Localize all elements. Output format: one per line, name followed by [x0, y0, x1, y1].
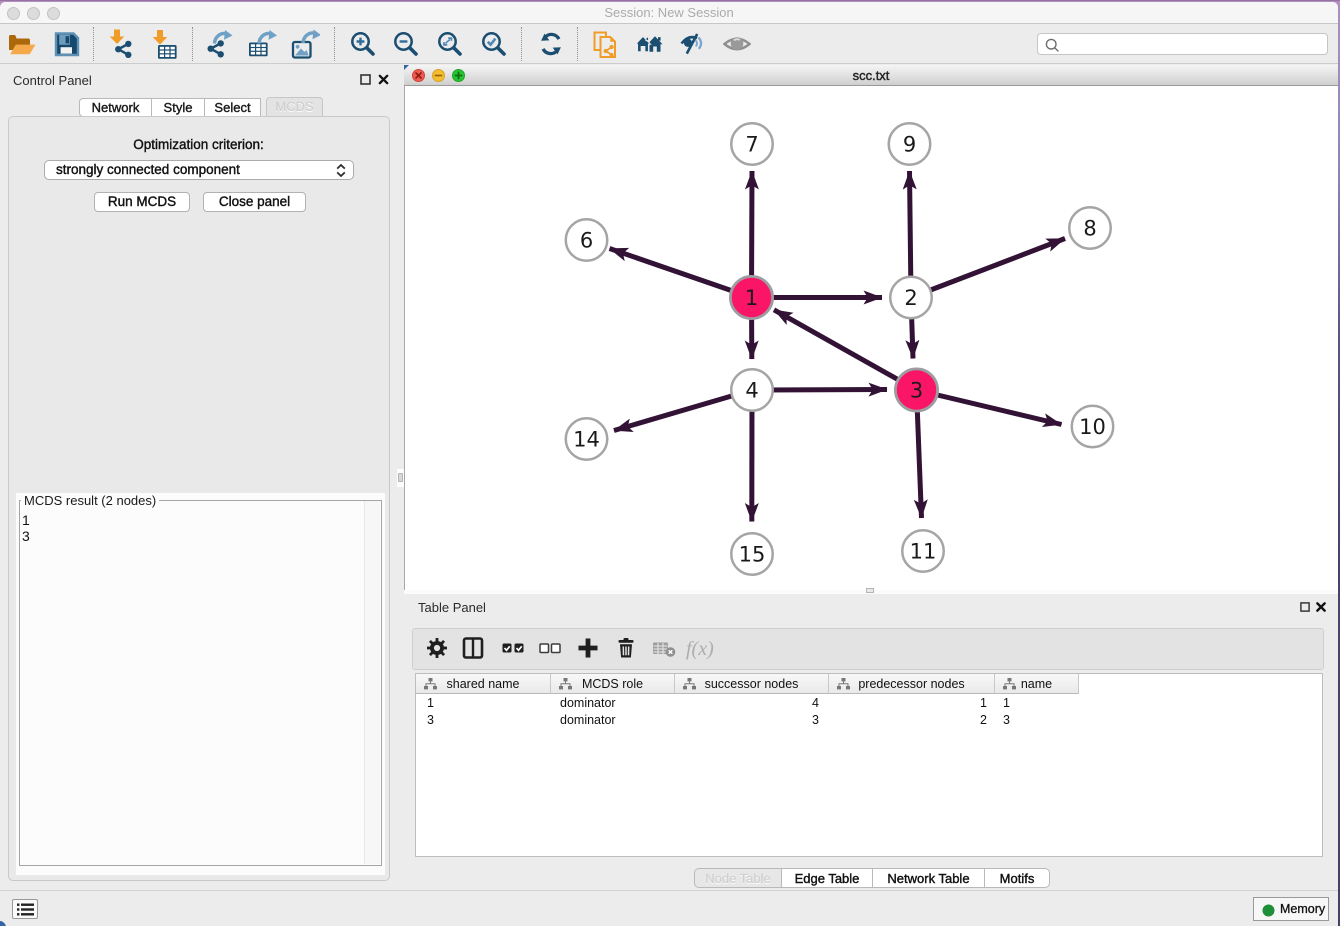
- svg-text:2: 2: [904, 286, 917, 310]
- svg-text:6: 6: [580, 228, 593, 252]
- svg-text:14: 14: [573, 427, 600, 451]
- svg-text:10: 10: [1079, 415, 1106, 439]
- svg-text:7: 7: [745, 132, 758, 156]
- svg-text:15: 15: [739, 542, 766, 566]
- svg-text:1: 1: [745, 286, 758, 310]
- svg-text:3: 3: [910, 378, 923, 402]
- svg-text:9: 9: [903, 132, 916, 156]
- svg-text:4: 4: [745, 378, 758, 402]
- svg-text:11: 11: [910, 539, 937, 563]
- svg-text:f(x): f(x): [686, 638, 714, 660]
- svg-text:8: 8: [1083, 216, 1096, 240]
